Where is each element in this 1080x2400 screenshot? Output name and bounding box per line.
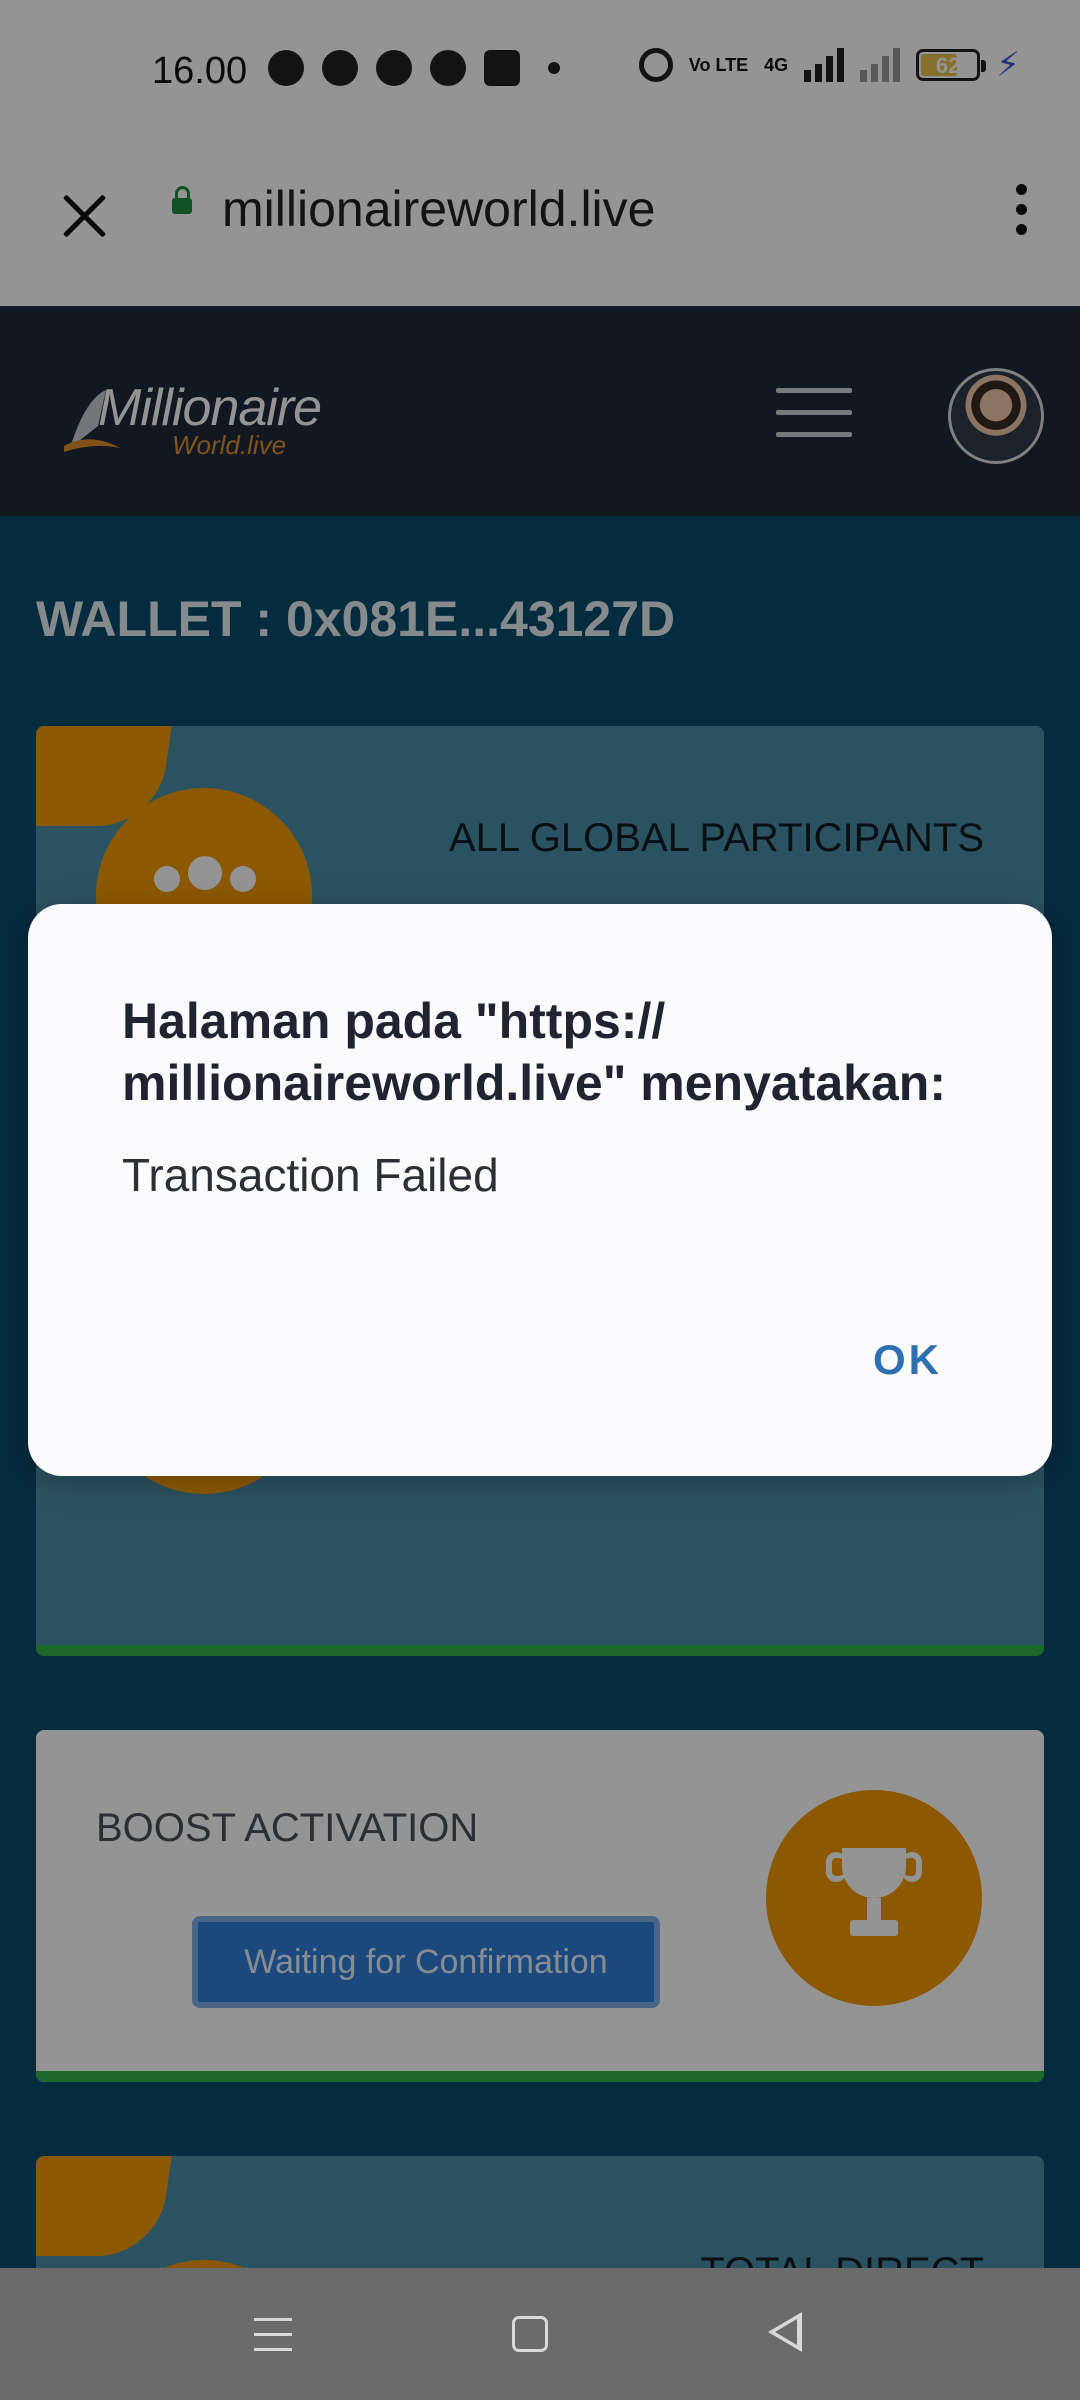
dialog-title: Halaman pada "https:// millionaireworld.… bbox=[122, 993, 946, 1111]
system-nav-bar bbox=[0, 2268, 1080, 2400]
home-icon[interactable] bbox=[512, 2316, 548, 2352]
dialog-message: Transaction Failed bbox=[122, 1149, 499, 1201]
back-icon[interactable] bbox=[768, 2312, 802, 2352]
ok-button[interactable]: OK bbox=[873, 1336, 942, 1384]
alert-dialog: Halaman pada "https:// millionaireworld.… bbox=[28, 904, 1052, 1476]
recent-apps-icon[interactable] bbox=[254, 2318, 292, 2352]
